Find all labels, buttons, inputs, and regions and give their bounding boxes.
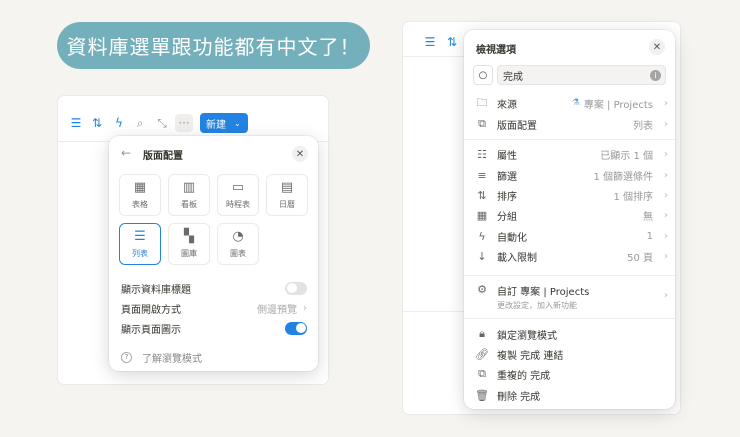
menu-row-sort[interactable]: ⇅ 排序 1 個排序 › xyxy=(472,186,668,204)
headline-banner: 資料庫選單跟功能都有中文了！ xyxy=(57,22,370,69)
link-icon: 🔗︎ xyxy=(475,347,489,361)
view-name-input[interactable]: 完成 i xyxy=(497,65,666,85)
open-page-row[interactable]: 頁面開啟方式 側邊預覽 › xyxy=(121,299,307,317)
chevron-right-icon: › xyxy=(664,169,668,181)
board-icon: ▥ xyxy=(182,179,196,195)
layout-icon: ⧉ xyxy=(478,117,486,130)
lightning-icon: ϟ xyxy=(478,229,486,243)
chevron-down-icon[interactable]: ⌄ xyxy=(234,119,241,128)
expand-icon[interactable]: ⤡ xyxy=(154,115,170,131)
menu-row-properties[interactable]: ☷ 屬性 已顯示 1 個 › xyxy=(472,145,668,163)
calendar-icon: ▤ xyxy=(280,179,294,195)
gallery-icon: ▚ xyxy=(184,228,194,244)
chevron-right-icon: › xyxy=(664,118,668,130)
menu-row-load-limit[interactable]: ↓ 載入限制 50 頁 › xyxy=(472,247,668,265)
divider xyxy=(464,139,675,140)
menu-row-duplicate[interactable]: ⧉ 重複的 完成 xyxy=(472,365,668,383)
chevron-right-icon: › xyxy=(664,230,668,242)
folder-icon: 🗀 xyxy=(476,95,488,109)
menu-row-automation[interactable]: ϟ 自動化 1 › xyxy=(472,227,668,245)
show-page-icon-toggle[interactable] xyxy=(285,321,307,335)
popup-title: 版面配置 xyxy=(143,151,183,162)
layout-tile-gallery[interactable]: ▚ 圖庫 xyxy=(168,223,210,265)
layout-tile-board[interactable]: ▥ 看板 xyxy=(168,174,210,216)
arrow-down-icon: ↓ xyxy=(477,249,487,263)
trash-icon: 🗑︎ xyxy=(475,388,489,402)
toolbar-divider xyxy=(403,56,473,57)
divider xyxy=(464,318,675,319)
back-arrow-icon[interactable]: ← xyxy=(121,146,131,160)
menu-row-lock-view[interactable]: 🔒︎ 鎖定瀏覽模式 xyxy=(472,325,668,343)
filter-icon[interactable]: ☰ xyxy=(68,115,84,131)
menu-row-filter[interactable]: ≡ 篩選 1 個篩選條件 › xyxy=(472,166,668,184)
layout-tile-list[interactable]: ☰ 列表 xyxy=(119,223,161,265)
lock-icon: 🔒︎ xyxy=(479,327,485,340)
layout-tile-calendar[interactable]: ▤ 日曆 xyxy=(266,174,308,216)
chevron-right-icon: › xyxy=(664,97,668,109)
chevron-right-icon: › xyxy=(664,250,668,262)
layout-tile-chart[interactable]: ◔ 圖表 xyxy=(217,223,259,265)
menu-row-source[interactable]: 🗀 來源 ⚗ 專案 | Projects › xyxy=(472,94,669,112)
layout-popup: ← 版面配置 ✕ ▦ 表格 ▥ 看板 ▭ 時程表 ▤ 日曆 ☰ 列表 ▚ 圖庫 ◔ 圖表 顯示… xyxy=(109,136,318,371)
duplicate-icon: ⧉ xyxy=(478,367,486,380)
divider xyxy=(464,275,675,276)
group-icon: ▦ xyxy=(476,208,488,222)
close-icon[interactable]: ✕ xyxy=(292,146,308,162)
show-db-title-toggle[interactable] xyxy=(285,281,307,295)
view-icon-picker[interactable]: ○ xyxy=(473,65,493,85)
close-icon[interactable]: ✕ xyxy=(649,39,665,55)
table-icon: ▦ xyxy=(133,179,147,195)
popup-title: 檢視選項 xyxy=(476,45,516,56)
show-page-icon-row[interactable]: 顯示頁面圖示 xyxy=(121,319,307,337)
menu-row-customize[interactable]: ⚙ 自訂 專案 | Projects 更改設定，加入新功能 › xyxy=(472,283,668,311)
sort-icon[interactable]: ⇅ xyxy=(444,34,460,50)
timeline-icon: ▭ xyxy=(231,179,245,195)
layout-tile-table[interactable]: ▦ 表格 xyxy=(119,174,161,216)
filter-icon: ≡ xyxy=(477,168,487,182)
list-icon: ☷ xyxy=(477,147,487,161)
list-icon: ☰ xyxy=(134,228,146,244)
show-db-title-row[interactable]: 顯示資料庫標題 xyxy=(121,279,307,297)
automation-icon[interactable]: ϟ xyxy=(111,115,127,131)
menu-row-copy-link[interactable]: 🔗︎ 複製 完成 連結 xyxy=(472,345,668,363)
chevron-right-icon: › xyxy=(664,148,668,160)
chevron-right-icon: › xyxy=(303,302,307,314)
content-divider xyxy=(403,311,473,312)
circle-icon: ○ xyxy=(478,69,488,81)
new-button-label: 新建 xyxy=(206,119,226,131)
more-options-icon[interactable]: ··· xyxy=(175,114,193,132)
info-icon[interactable]: i xyxy=(650,69,661,81)
chevron-right-icon: › xyxy=(664,189,668,201)
search-icon[interactable]: ⌕ xyxy=(132,115,148,131)
flask-icon: ⚗ xyxy=(571,98,580,108)
learn-view-modes-link[interactable]: ? 了解瀏覽模式 xyxy=(121,348,202,366)
menu-row-delete[interactable]: 🗑︎ 刪除 完成 xyxy=(472,386,668,404)
sort-icon[interactable]: ⇅ xyxy=(89,115,105,131)
gear-icon: ⚙ xyxy=(477,283,487,296)
filter-icon[interactable]: ☰ xyxy=(422,34,438,50)
menu-row-layout[interactable]: ⧉ 版面配置 列表 › xyxy=(472,115,668,133)
help-icon: ? xyxy=(121,351,132,363)
chevron-right-icon: › xyxy=(664,209,668,221)
layout-tile-timeline[interactable]: ▭ 時程表 xyxy=(217,174,259,216)
menu-row-group[interactable]: ▦ 分組無 › xyxy=(472,206,668,224)
chevron-right-icon: › xyxy=(664,290,668,301)
chart-icon: ◔ xyxy=(232,228,244,244)
sort-icon: ⇅ xyxy=(477,188,487,202)
new-button[interactable]: 新建 ⌄ xyxy=(200,113,248,133)
